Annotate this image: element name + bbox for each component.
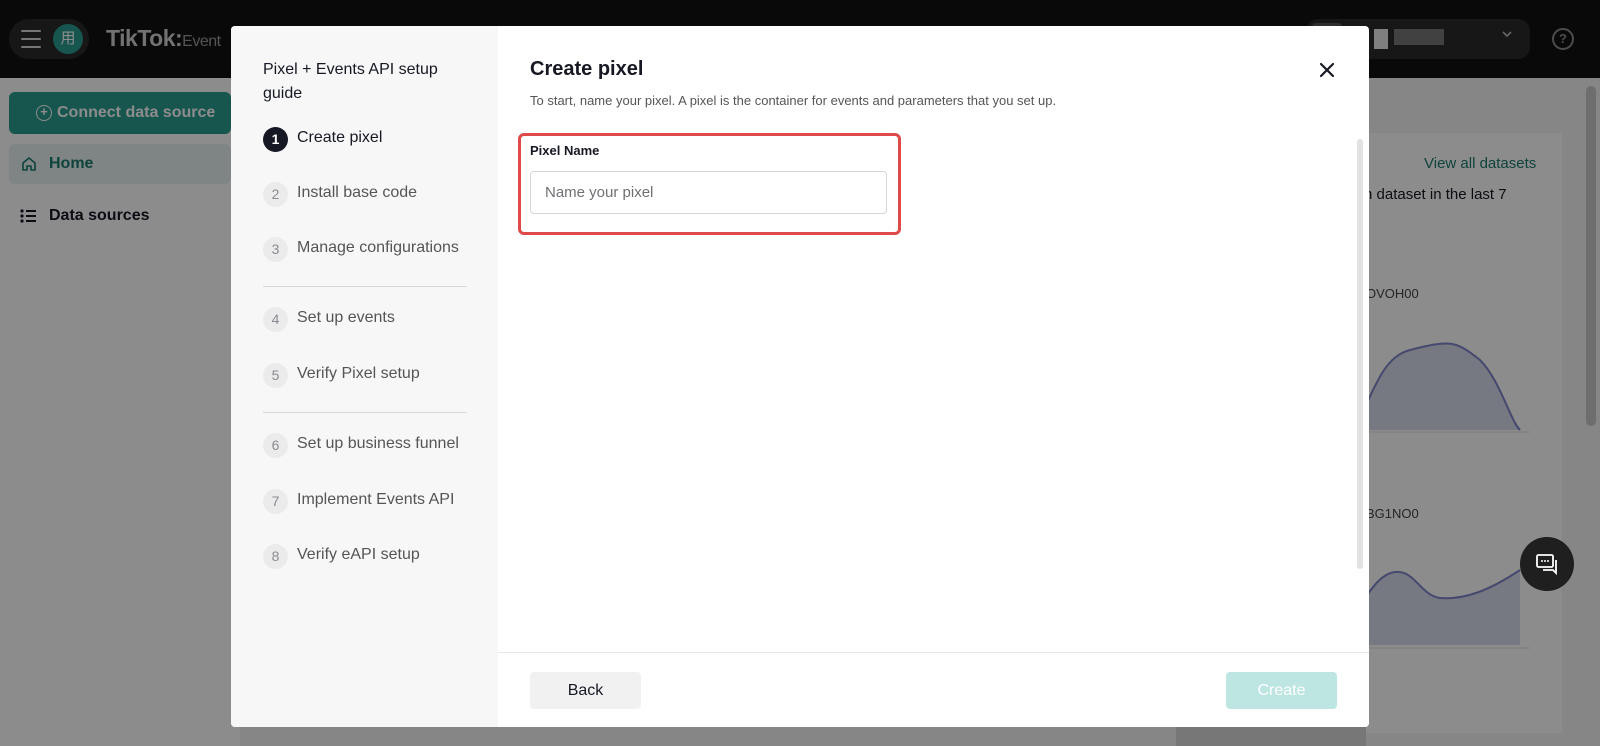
step-number: 6 bbox=[263, 433, 288, 458]
step-label: Implement Events API bbox=[297, 491, 455, 508]
dialog-footer: Back Create bbox=[498, 652, 1369, 727]
step-label: Create pixel bbox=[297, 129, 383, 146]
pixel-name-input[interactable] bbox=[530, 171, 887, 214]
step-label: Install base code bbox=[297, 184, 418, 201]
chat-button[interactable] bbox=[1520, 537, 1574, 591]
guide-divider bbox=[263, 286, 467, 287]
pixel-name-label: Pixel Name bbox=[530, 143, 600, 158]
dialog-scrollbar[interactable] bbox=[1357, 139, 1363, 569]
close-icon[interactable] bbox=[1317, 60, 1337, 80]
guide-divider bbox=[263, 412, 467, 413]
step-label: Verify Pixel setup bbox=[297, 365, 420, 382]
step-number: 5 bbox=[263, 363, 288, 388]
step-label: Set up business funnel bbox=[297, 435, 459, 452]
step-number: 7 bbox=[263, 489, 288, 514]
dialog-description: To start, name your pixel. A pixel is th… bbox=[530, 93, 1057, 108]
create-pixel-dialog: Pixel + Events API setup guide 1 Create … bbox=[231, 26, 1369, 727]
chat-icon bbox=[1536, 554, 1557, 576]
setup-guide-panel: Pixel + Events API setup guide 1 Create … bbox=[231, 26, 498, 727]
dialog-title: Create pixel bbox=[530, 58, 644, 80]
dialog-content: Create pixel To start, name your pixel. … bbox=[498, 26, 1369, 727]
create-button[interactable]: Create bbox=[1226, 672, 1337, 709]
step-number: 3 bbox=[263, 237, 288, 262]
step-label: Verify eAPI setup bbox=[297, 546, 420, 563]
step-number: 8 bbox=[263, 544, 288, 569]
guide-title: Pixel + Events API setup guide bbox=[263, 61, 438, 102]
back-button[interactable]: Back bbox=[530, 672, 641, 709]
step-number: 1 bbox=[263, 127, 288, 152]
step-number: 4 bbox=[263, 307, 288, 332]
step-number: 2 bbox=[263, 182, 288, 207]
step-label: Manage configurations bbox=[297, 239, 459, 256]
step-label: Set up events bbox=[297, 309, 395, 326]
